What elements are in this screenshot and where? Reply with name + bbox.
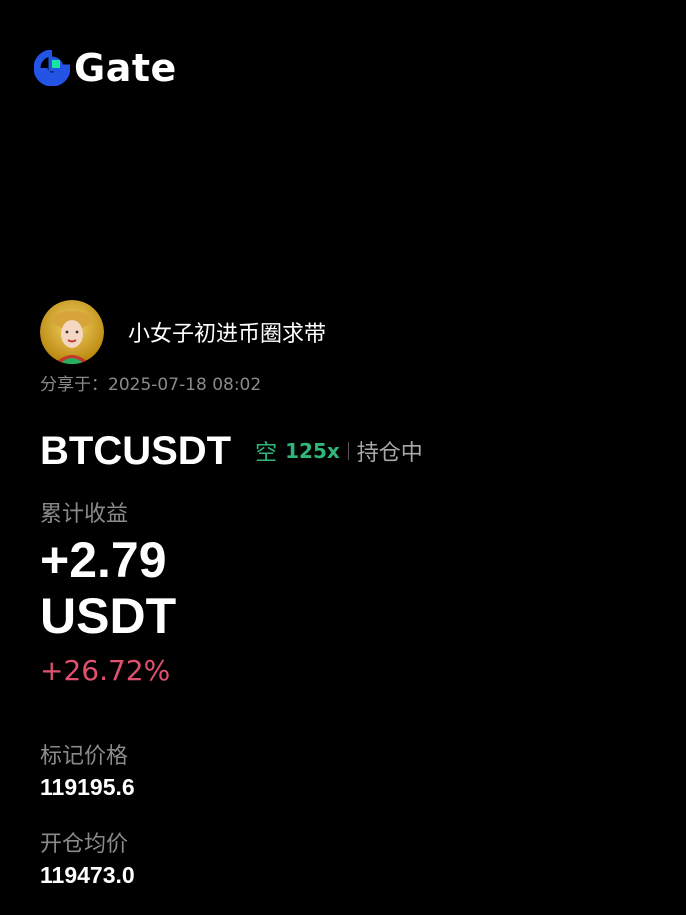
pnl-label: 累计收益 [40,502,129,527]
pnl-value: +2.79 [40,532,167,588]
leverage: 125x [285,439,340,463]
entry-price-label: 开仓均价 [40,832,129,857]
position-direction: 空 [255,441,278,466]
share-time: 分享于：2025-07-18 08:02 [40,375,262,395]
position-status: 持仓中 [356,441,423,466]
entry-price-value: 119473.0 [40,862,135,888]
pnl-percent: +26.72% [40,654,171,687]
divider [347,442,349,460]
pnl-unit: USDT [40,588,177,644]
user-avatar-icon [40,300,104,364]
position-header: BTCUSDT 空 125x 持仓中 [40,424,423,478]
gate-logo-text: Gate [74,46,177,90]
gate-logo-icon [34,50,70,86]
username: 小女子初进币圈求带 [128,322,327,347]
mark-price-label: 标记价格 [40,744,129,769]
gate-logo: Gate [34,48,177,88]
trading-pair: BTCUSDT [40,428,232,473]
mark-price-value: 119195.6 [40,774,135,800]
user-info: 小女子初进币圈求带 [40,300,326,364]
